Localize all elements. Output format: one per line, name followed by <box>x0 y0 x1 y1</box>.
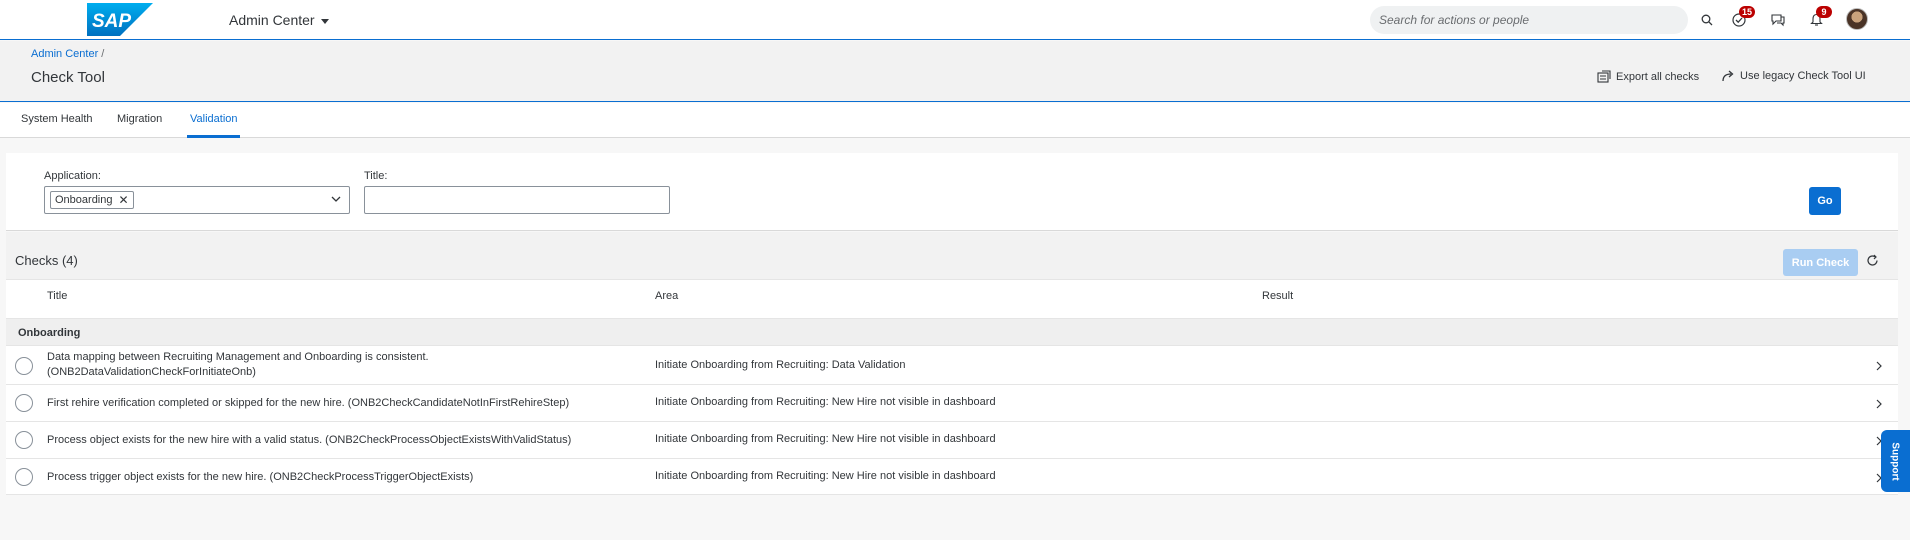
application-token-label: Onboarding <box>55 194 113 206</box>
group-label: Onboarding <box>18 327 81 339</box>
export-all-checks-button[interactable]: Export all checks <box>1597 70 1699 83</box>
chevron-down-icon <box>320 18 329 24</box>
breadcrumb-link-admin-center[interactable]: Admin Center <box>31 48 98 60</box>
breadcrumb: Admin Center / <box>31 48 104 60</box>
export-icon <box>1597 70 1611 83</box>
forward-arrow-icon <box>1722 70 1734 82</box>
app-title-menu[interactable]: Admin Center <box>229 12 329 28</box>
row-select-radio[interactable] <box>15 357 33 375</box>
tab-bar: System Health Migration Validation <box>0 103 1910 138</box>
chevron-right-icon[interactable] <box>1876 399 1883 409</box>
table-row[interactable]: First rehire verification completed or s… <box>6 386 1898 422</box>
tab-validation[interactable]: Validation <box>190 113 238 125</box>
bell-icon[interactable]: 9 <box>1806 6 1832 30</box>
logo-text: SAP <box>92 11 131 32</box>
application-multicombobox[interactable]: Onboarding ✕ <box>44 186 350 214</box>
tab-system-health[interactable]: System Health <box>21 113 93 125</box>
title-label: Title: <box>364 170 388 182</box>
check-title-line: Data mapping between Recruiting Manageme… <box>47 351 429 363</box>
title-field[interactable] <box>364 186 670 214</box>
todo-icon[interactable]: 15 <box>1729 6 1756 30</box>
column-header-area: Area <box>655 290 679 302</box>
page-background <box>0 495 1910 540</box>
active-tab-indicator <box>187 135 240 138</box>
table-row[interactable]: Process object exists for the new hire w… <box>6 423 1898 459</box>
row-select-radio[interactable] <box>15 468 33 486</box>
group-header-row: Onboarding <box>6 319 1898 346</box>
export-all-checks-label: Export all checks <box>1616 70 1700 83</box>
column-header-title: Title <box>47 290 68 302</box>
table-row[interactable]: Process trigger object exists for the ne… <box>6 460 1898 495</box>
check-title: Process trigger object exists for the ne… <box>47 471 474 483</box>
shell-bar: SAP Admin Center 15 9 <box>0 0 1910 40</box>
check-area: Initiate Onboarding from Recruiting: Dat… <box>655 359 906 371</box>
search-field[interactable] <box>1370 6 1688 34</box>
check-title: Process object exists for the new hire w… <box>47 434 572 446</box>
filter-bar: Application: Onboarding ✕ Title: Go <box>6 153 1898 231</box>
feedback-icon[interactable] <box>1768 10 1788 30</box>
use-legacy-ui-label: Use legacy Check Tool UI <box>1740 70 1866 82</box>
check-title: Data mapping between Recruiting Manageme… <box>47 350 607 380</box>
page-header: Admin Center / Check Tool Export all chec… <box>0 41 1910 102</box>
sap-logo[interactable]: SAP <box>87 3 153 36</box>
page-title: Check Tool <box>31 69 105 86</box>
check-area: Initiate Onboarding from Recruiting: New… <box>655 396 996 408</box>
table-row[interactable]: Data mapping between Recruiting Manageme… <box>6 347 1898 385</box>
check-area: Initiate Onboarding from Recruiting: New… <box>655 470 996 482</box>
remove-token-icon[interactable]: ✕ <box>119 193 129 207</box>
check-title: First rehire verification completed or s… <box>47 397 570 409</box>
check-title-line: (ONB2DataValidationCheckForInitiateOnb) <box>47 366 256 378</box>
row-select-radio[interactable] <box>15 394 33 412</box>
check-area: Initiate Onboarding from Recruiting: New… <box>655 433 996 445</box>
app-title: Admin Center <box>229 12 315 28</box>
row-select-radio[interactable] <box>15 431 33 449</box>
refresh-icon[interactable] <box>1866 254 1879 267</box>
go-button[interactable]: Go <box>1809 187 1841 215</box>
chevron-right-icon[interactable] <box>1876 361 1883 371</box>
run-check-button[interactable]: Run Check <box>1783 249 1858 276</box>
checks-table: Checks (4) Run Check Title Area Result O… <box>6 232 1898 495</box>
use-legacy-ui-button[interactable]: Use legacy Check Tool UI <box>1722 70 1866 82</box>
avatar[interactable] <box>1846 8 1868 30</box>
column-header-result: Result <box>1262 290 1294 302</box>
breadcrumb-separator: / <box>101 48 105 60</box>
checks-count-title: Checks (4) <box>15 253 78 268</box>
tab-migration[interactable]: Migration <box>117 113 162 125</box>
support-label: Support <box>1890 441 1902 481</box>
support-tab[interactable]: Support <box>1881 430 1910 492</box>
search-icon[interactable] <box>1697 10 1717 30</box>
application-label: Application: <box>44 170 101 182</box>
chevron-down-icon[interactable] <box>331 196 341 203</box>
checks-toolbar: Checks (4) Run Check <box>6 232 1898 280</box>
notifications-badge: 9 <box>1816 6 1832 18</box>
search-input[interactable] <box>1379 13 1688 27</box>
application-token[interactable]: Onboarding ✕ <box>50 191 134 209</box>
todo-badge: 15 <box>1739 6 1756 18</box>
title-input[interactable] <box>365 187 669 213</box>
